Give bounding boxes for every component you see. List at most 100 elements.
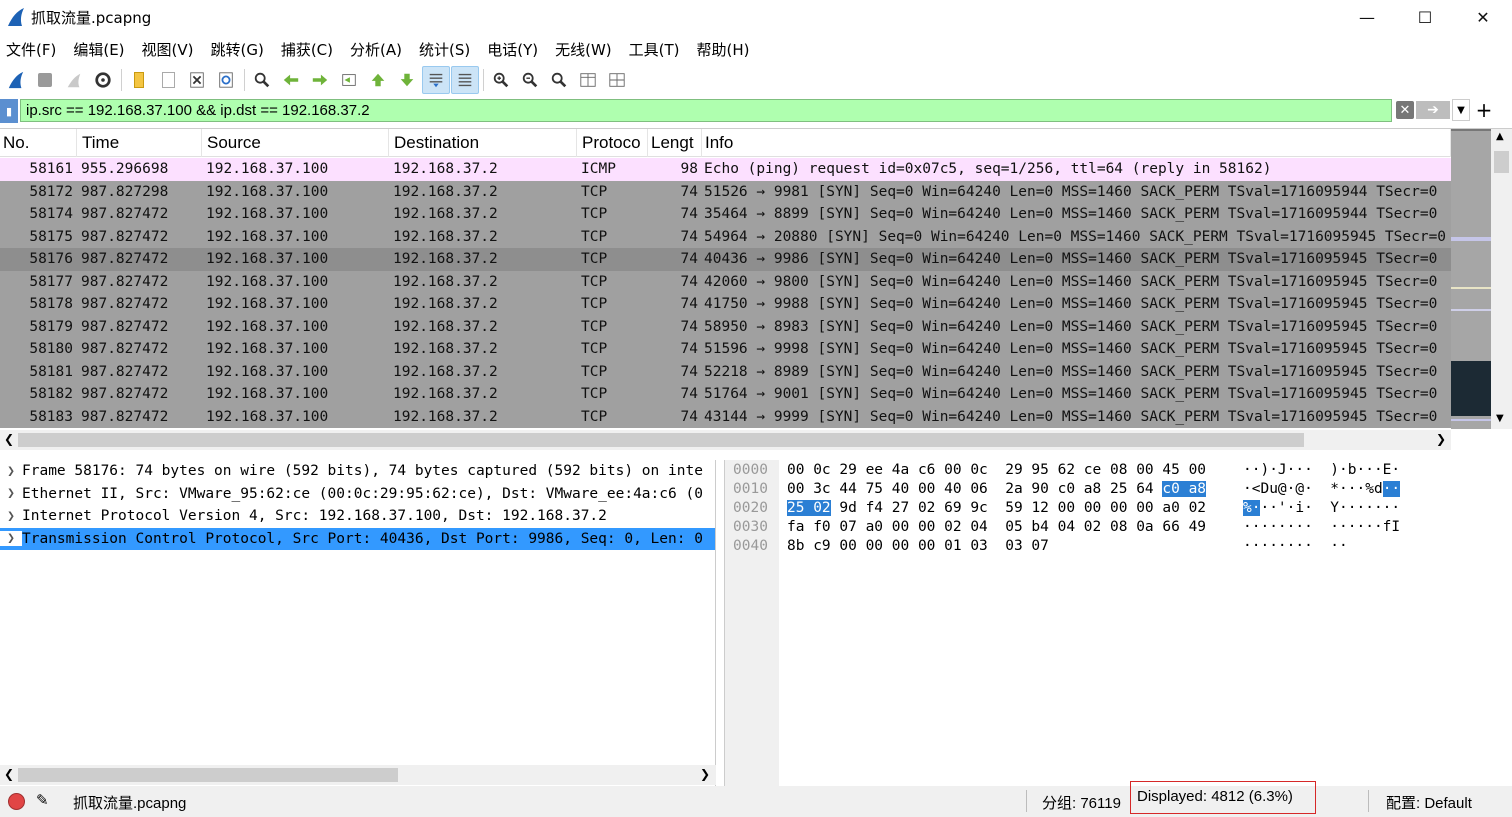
detail-frame[interactable]: ❯ Frame 58176: 74 bytes on wire (592 bits… [0, 460, 715, 483]
menu-edit[interactable]: 编辑(E) [67, 39, 130, 60]
colorize-icon[interactable] [451, 66, 479, 94]
column-header-time[interactable]: Time [77, 129, 202, 157]
packet-list-vertical-scrollbar[interactable]: ▲ ▼ [1491, 129, 1512, 429]
resize-columns-icon[interactable] [574, 66, 602, 94]
byte-hex[interactable]: fa f0 07 a0 00 00 02 04 05 b4 04 02 08 0… [787, 518, 1206, 537]
scroll-left-icon[interactable]: ❮ [4, 767, 14, 781]
menu-go[interactable]: 跳转(G) [205, 39, 270, 60]
byte-ascii[interactable]: ·<Du@·@· *···%d·· [1243, 480, 1401, 499]
packet-row[interactable]: 58177 987.827472 192.168.37.100 192.168.37.… [0, 270, 1451, 293]
column-header-source[interactable]: Source [202, 129, 389, 157]
minimize-icon[interactable]: — [1338, 0, 1396, 34]
cell-no: 58181 [29, 363, 73, 380]
close-file-icon[interactable] [183, 66, 211, 94]
menu-view[interactable]: 视图(V) [136, 39, 200, 60]
detail-tcp[interactable]: ❯ Transmission Control Protocol, Src Port… [0, 527, 715, 550]
stop-capture-icon[interactable] [31, 66, 59, 94]
packet-list-horizontal-scrollbar[interactable]: ❮ ❯ [0, 430, 1451, 450]
go-back-icon[interactable] [277, 66, 305, 94]
expand-arrow-icon[interactable]: ❯ [0, 509, 22, 524]
cell-no: 58180 [29, 341, 73, 357]
menu-analyze[interactable]: 分析(A) [344, 39, 408, 60]
open-file-icon[interactable] [125, 66, 153, 94]
detail-ethernet[interactable]: ❯ Ethernet II, Src: VMware_95:62:ce (00:0… [0, 483, 715, 506]
scroll-up-icon[interactable]: ▲ [1496, 131, 1504, 142]
packet-row[interactable]: 58183 987.827472 192.168.37.100 192.168.37.… [0, 405, 1451, 428]
packet-row[interactable]: 58180 987.827472 192.168.37.100 192.168.37.… [0, 338, 1451, 361]
capture-options-icon[interactable] [89, 66, 117, 94]
zoom-out-icon[interactable] [516, 66, 544, 94]
maximize-icon[interactable]: ☐ [1396, 0, 1454, 34]
column-header-info[interactable]: Info [702, 129, 1451, 157]
filter-bookmark-icon[interactable]: ▮ [0, 99, 18, 123]
column-header-protocol[interactable]: Protoco [577, 129, 648, 157]
zoom-normal-icon[interactable] [545, 66, 573, 94]
go-forward-icon[interactable] [306, 66, 334, 94]
go-last-packet-icon[interactable] [393, 66, 421, 94]
menu-help[interactable]: 帮助(H) [691, 39, 756, 60]
details-horizontal-scrollbar[interactable]: ❮ ❯ [0, 765, 716, 785]
go-first-packet-icon[interactable] [364, 66, 392, 94]
capture-comment-icon[interactable]: ✎ [36, 791, 56, 811]
scroll-down-icon[interactable]: ▼ [1496, 413, 1504, 424]
expand-arrow-icon[interactable]: ❯ [0, 464, 22, 479]
menu-file[interactable]: 文件(F) [0, 39, 62, 60]
apply-filter-arrow-icon[interactable]: ➔ [1416, 101, 1450, 119]
cell-source: 192.168.37.100 [206, 228, 329, 245]
toolbar-separator [121, 69, 122, 91]
packet-list-pane: No. Time Source Destination Protoco Leng… [0, 128, 1512, 452]
packet-row[interactable]: 58174 987.827472 192.168.37.100 192.168.37.… [0, 203, 1451, 226]
packet-row[interactable]: 58182 987.827472 192.168.37.100 192.168.37.… [0, 383, 1451, 406]
auto-scroll-icon[interactable] [422, 66, 450, 94]
menu-tools[interactable]: 工具(T) [623, 39, 686, 60]
packet-row[interactable]: 58178 987.827472 192.168.37.100 192.168.37.… [0, 293, 1451, 316]
zoom-in-icon[interactable] [487, 66, 515, 94]
expand-arrow-icon[interactable]: ❯ [0, 531, 22, 547]
scroll-left-icon[interactable]: ❮ [4, 432, 14, 446]
expand-arrow-icon[interactable]: ❯ [0, 486, 22, 501]
add-filter-button-icon[interactable]: + [1474, 98, 1494, 122]
save-file-icon[interactable] [154, 66, 182, 94]
menu-wireless[interactable]: 无线(W) [549, 39, 618, 60]
start-capture-icon[interactable] [2, 66, 30, 94]
status-profile[interactable]: 配置: Default [1386, 792, 1472, 813]
status-divider [1368, 790, 1369, 812]
menu-statistics[interactable]: 统计(S) [413, 39, 476, 60]
packet-row[interactable]: 58175 987.827472 192.168.37.100 192.168.37.… [0, 225, 1451, 248]
column-header-no[interactable]: No. [0, 129, 77, 157]
byte-ascii[interactable]: ········ ······fI [1243, 518, 1400, 537]
packet-row[interactable]: 58179 987.827472 192.168.37.100 192.168.37.… [0, 315, 1451, 338]
byte-offset: 0020 [733, 500, 768, 516]
packet-row[interactable]: 58176 987.827472 192.168.37.100 192.168.37.… [0, 248, 1451, 271]
close-icon[interactable]: ✕ [1454, 0, 1512, 34]
filter-history-dropdown-icon[interactable]: ▼ [1452, 99, 1470, 121]
byte-ascii[interactable]: ········ ·· [1243, 537, 1348, 556]
packet-row[interactable]: 58161 955.296698 192.168.37.100 192.168.37.… [0, 158, 1451, 181]
column-header-length[interactable]: Lengt [648, 129, 702, 157]
byte-hex[interactable]: 00 3c 44 75 40 00 40 06 2a 90 c0 a8 25 6… [787, 480, 1207, 499]
menu-capture[interactable]: 捕获(C) [275, 39, 339, 60]
expert-info-led-icon[interactable] [8, 793, 25, 810]
clear-filter-icon[interactable]: ✕ [1396, 101, 1414, 119]
byte-ascii[interactable]: ··)·J··· )·b···E· [1243, 461, 1400, 480]
go-to-packet-icon[interactable] [335, 66, 363, 94]
menu-telephony[interactable]: 电话(Y) [481, 39, 544, 60]
reload-file-icon[interactable] [212, 66, 240, 94]
byte-hex[interactable]: 8b c9 00 00 00 00 01 03 03 07 [787, 537, 1049, 556]
cell-length: 74 [680, 363, 698, 380]
packet-list-minimap[interactable] [1451, 129, 1491, 429]
packet-row[interactable]: 58172 987.827298 192.168.37.100 192.168.37.… [0, 180, 1451, 203]
byte-hex[interactable]: 00 0c 29 ee 4a c6 00 0c 29 95 62 ce 08 0… [787, 461, 1206, 480]
scroll-right-icon[interactable]: ❯ [700, 767, 710, 781]
highlighted-bytes: c0 a8 [1162, 481, 1207, 497]
byte-hex[interactable]: 25 02 9d f4 27 02 69 9c 59 12 00 00 00 0… [787, 499, 1206, 518]
column-header-destination[interactable]: Destination [389, 129, 577, 157]
find-packet-icon[interactable] [248, 66, 276, 94]
detail-ipv4[interactable]: ❯ Internet Protocol Version 4, Src: 192.1… [0, 505, 715, 528]
display-filter-input[interactable]: ip.src == 192.168.37.100 && ip.dst == 19… [20, 99, 1392, 122]
packet-row[interactable]: 58181 987.827472 192.168.37.100 192.168.37.… [0, 360, 1451, 383]
byte-ascii[interactable]: %···'·i· Y······· [1243, 499, 1400, 518]
layout-icon[interactable] [603, 66, 631, 94]
restart-capture-icon[interactable] [60, 66, 88, 94]
scroll-right-icon[interactable]: ❯ [1436, 432, 1446, 446]
